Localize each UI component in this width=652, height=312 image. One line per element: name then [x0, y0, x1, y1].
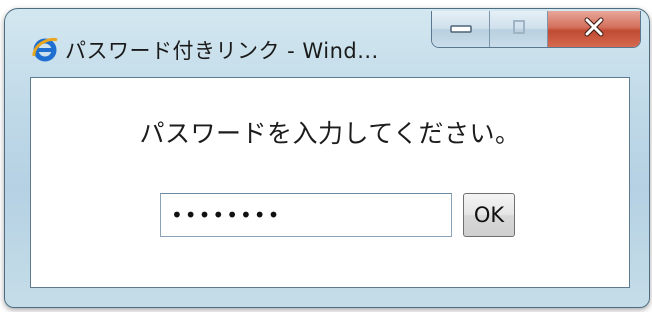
maximize-button[interactable] [490, 11, 548, 47]
close-icon [583, 17, 605, 41]
internet-explorer-icon [31, 35, 59, 63]
close-button[interactable] [548, 11, 640, 47]
maximize-icon [512, 19, 526, 39]
password-prompt: パスワードを入力してください。 [139, 119, 521, 148]
minimize-button[interactable] [432, 11, 490, 47]
dialog-content: パスワードを入力してください。 OK [30, 77, 630, 288]
dialog-window: パスワード付きリンク - Wind... パスワードを入力してください。 OK [4, 8, 650, 308]
title-bar[interactable]: パスワード付きリンク - Wind... [5, 9, 649, 77]
window-title: パスワード付きリンク - Wind... [65, 39, 379, 63]
password-input[interactable] [160, 193, 452, 237]
caption-buttons [431, 11, 641, 48]
minimize-icon [449, 20, 472, 39]
ok-button[interactable]: OK [463, 193, 515, 237]
